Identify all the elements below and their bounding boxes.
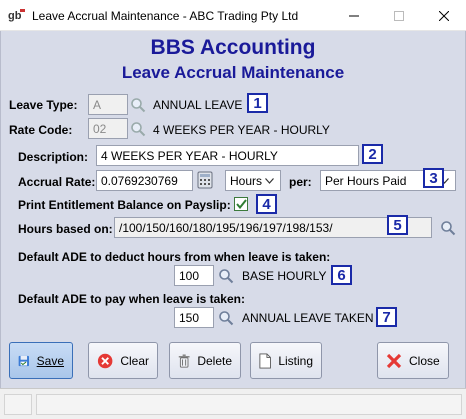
clear-button[interactable]: Clear: [88, 342, 158, 379]
close-button[interactable]: Close: [377, 342, 449, 379]
search-icon: [441, 221, 456, 236]
minimize-icon: [348, 15, 359, 16]
clear-icon: [97, 353, 113, 368]
accrual-rate-field[interactable]: 0.0769230769: [96, 170, 193, 191]
calculator-icon: [197, 171, 213, 189]
close-button-label: Close: [409, 353, 440, 368]
pay-ade-description: ANNUAL LEAVE TAKEN: [242, 311, 374, 325]
hours-based-on-label: Hours based on:: [18, 222, 113, 236]
per-label: per:: [289, 175, 312, 189]
delete-button[interactable]: Delete: [169, 342, 241, 379]
status-pane-2: [36, 394, 462, 415]
deduct-ade-lookup-button[interactable]: [216, 266, 236, 286]
search-icon: [219, 311, 234, 326]
maximize-button[interactable]: [376, 0, 421, 31]
pay-ade-field[interactable]: 150: [174, 307, 214, 328]
accrual-rate-label: Accrual Rate:: [18, 175, 96, 189]
listing-button-label: Listing: [278, 353, 313, 368]
rate-code-description: 4 WEEKS PER YEAR - HOURLY: [153, 123, 330, 137]
calculator-button[interactable]: [195, 170, 215, 190]
window-title: Leave Accrual Maintenance - ABC Trading …: [32, 9, 299, 23]
deduct-ade-label: Default ADE to deduct hours from when le…: [18, 250, 331, 264]
description-field[interactable]: 4 WEEKS PER YEAR - HOURLY: [96, 145, 359, 166]
company-heading: BBS Accounting: [150, 36, 316, 59]
callout-badge-1: 1: [247, 93, 268, 113]
callout-badge-6: 6: [331, 265, 352, 285]
window-close-button[interactable]: [421, 0, 466, 31]
save-icon: [18, 355, 29, 366]
callout-badge-2: 2: [362, 144, 383, 164]
listing-icon: [259, 353, 271, 368]
pay-ade-lookup-button[interactable]: [216, 308, 236, 328]
clear-button-label: Clear: [120, 353, 149, 368]
status-bar: [0, 388, 466, 419]
status-pane-1: [4, 394, 32, 415]
accrual-unit-select[interactable]: Hours: [225, 170, 281, 191]
pay-ade-label: Default ADE to pay when leave is taken:: [18, 292, 245, 306]
screen-heading: Leave Accrual Maintenance: [121, 63, 345, 82]
print-balance-checkbox[interactable]: [234, 197, 248, 211]
rate-code-field[interactable]: 02: [88, 118, 128, 139]
print-balance-label: Print Entitlement Balance on Payslip:: [18, 198, 231, 212]
deduct-ade-field[interactable]: 100: [174, 265, 214, 286]
leave-type-label: Leave Type:: [9, 98, 78, 112]
title-bar: gb Leave Accrual Maintenance - ABC Tradi…: [0, 0, 466, 31]
svg-text:gb: gb: [8, 10, 22, 22]
rate-code-lookup-button[interactable]: [128, 119, 148, 139]
delete-icon: [178, 353, 190, 368]
leave-type-lookup-button[interactable]: [128, 95, 148, 115]
chevron-down-icon: [262, 177, 276, 184]
search-icon: [219, 269, 234, 284]
callout-badge-4: 4: [256, 194, 277, 214]
rate-code-label: Rate Code:: [9, 123, 73, 137]
checkmark-icon: [235, 199, 247, 209]
maximize-icon: [393, 10, 404, 21]
save-button-label: Save: [36, 353, 64, 368]
hours-based-on-field[interactable]: /100/150/160/180/195/196/197/198/153/: [114, 217, 432, 238]
callout-badge-5: 5: [387, 215, 408, 235]
deduct-ade-description: BASE HOURLY: [242, 269, 327, 283]
hours-based-on-lookup-button[interactable]: [438, 218, 458, 238]
callout-badge-3: 3: [423, 168, 444, 188]
search-icon: [131, 98, 146, 113]
listing-button[interactable]: Listing: [250, 342, 322, 379]
save-button[interactable]: Save: [9, 342, 73, 379]
delete-button-label: Delete: [197, 353, 232, 368]
close-x-icon: [386, 353, 402, 368]
accrual-unit-value: Hours: [230, 173, 263, 188]
description-label: Description:: [18, 150, 89, 164]
app-icon: gb: [8, 9, 25, 22]
leave-type-field[interactable]: A: [88, 94, 128, 115]
accrual-per-value: Per Hours Paid: [325, 173, 407, 188]
minimize-button[interactable]: [331, 0, 376, 31]
leave-type-description: ANNUAL LEAVE: [153, 98, 243, 112]
close-icon: [438, 10, 449, 21]
search-icon: [131, 122, 146, 137]
callout-badge-7: 7: [376, 307, 397, 327]
